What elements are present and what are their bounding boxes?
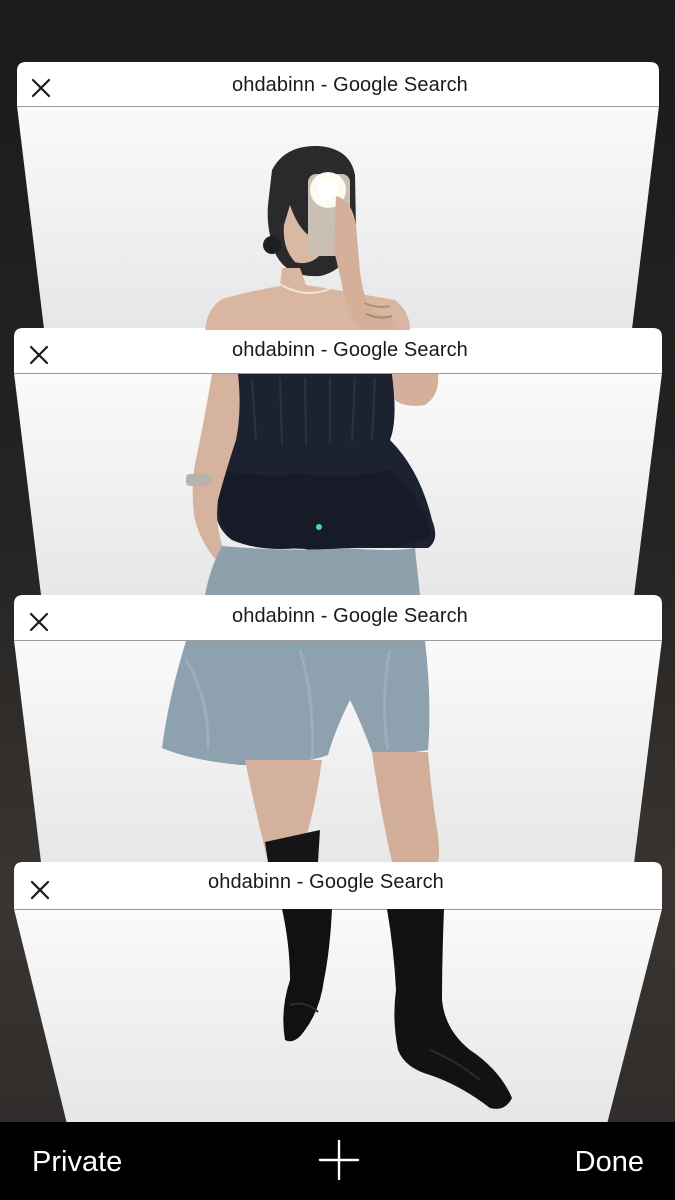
tab-card-2-background bbox=[14, 328, 662, 628]
tab-card-3[interactable]: ohdabinn - Google Search bbox=[0, 595, 675, 895]
close-icon bbox=[29, 612, 49, 632]
private-button[interactable]: Private bbox=[32, 1142, 122, 1182]
tab-3-title: ohdabinn - Google Search bbox=[232, 605, 468, 627]
close-tab-3-button[interactable] bbox=[25, 608, 53, 636]
tab-switcher: ohdabinn - Google Search ohdabinn - Goog… bbox=[0, 0, 675, 1200]
tab-card-4[interactable]: ohdabinn - Google Search bbox=[0, 862, 675, 1124]
close-tab-2-button[interactable] bbox=[25, 341, 53, 369]
tab-card-1[interactable]: ohdabinn - Google Search bbox=[0, 62, 675, 362]
close-tab-4-button[interactable] bbox=[26, 876, 54, 904]
close-icon bbox=[31, 78, 51, 98]
tab-2-title: ohdabinn - Google Search bbox=[232, 339, 468, 361]
tab-4-title: ohdabinn - Google Search bbox=[208, 871, 444, 893]
tab-card-2[interactable]: ohdabinn - Google Search bbox=[0, 328, 675, 628]
done-button[interactable]: Done bbox=[575, 1142, 644, 1182]
close-icon bbox=[29, 345, 49, 365]
close-icon bbox=[30, 880, 50, 900]
tab-card-1-background bbox=[17, 62, 659, 362]
close-tab-1-button[interactable] bbox=[27, 74, 55, 102]
tab-card-4-background bbox=[14, 862, 662, 1124]
new-tab-button[interactable] bbox=[318, 1139, 360, 1181]
tab-card-3-background bbox=[14, 595, 662, 895]
tab-1-title: ohdabinn - Google Search bbox=[232, 74, 468, 96]
plus-icon bbox=[318, 1139, 360, 1181]
